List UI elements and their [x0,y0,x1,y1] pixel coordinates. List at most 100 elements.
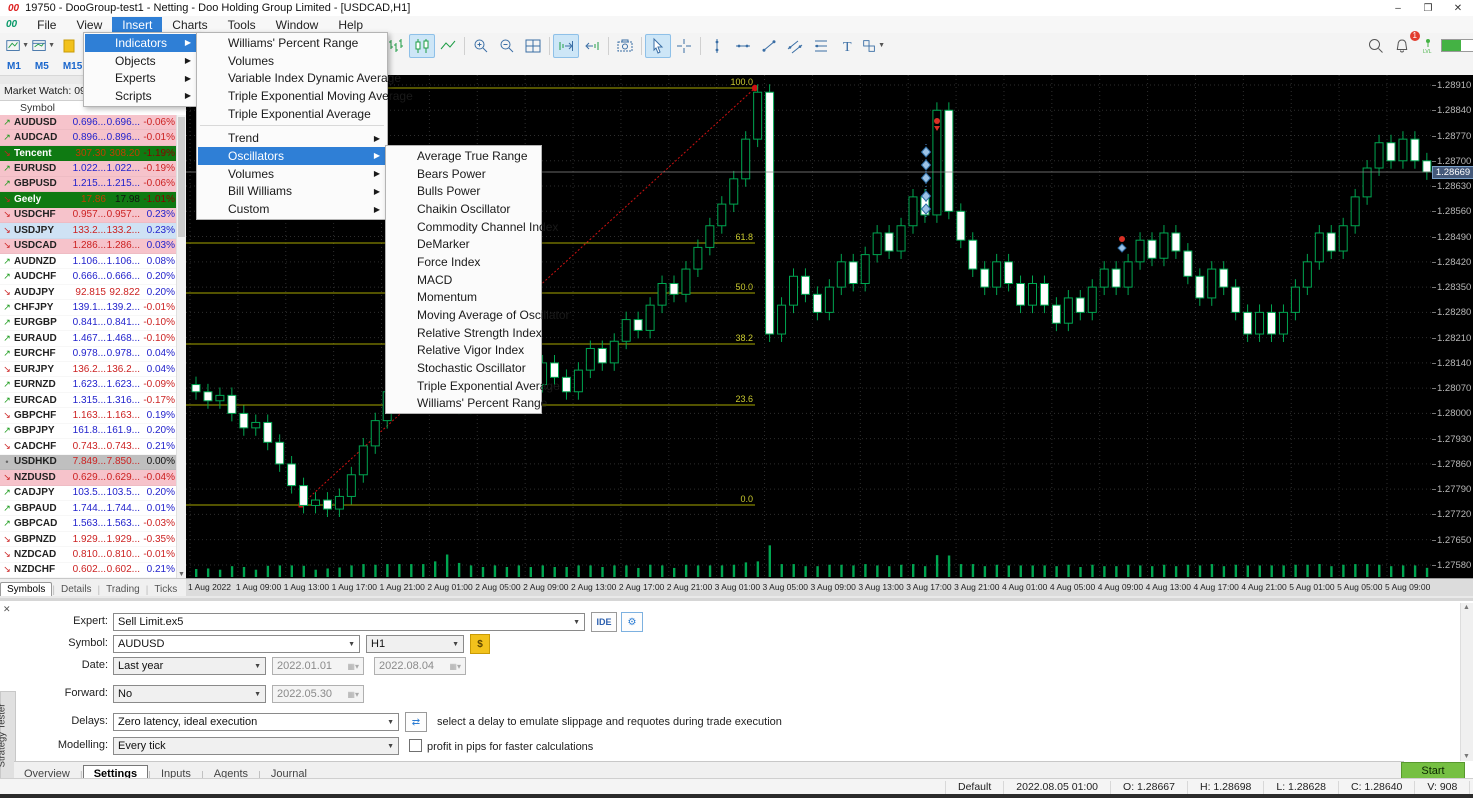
new-chart-icon[interactable]: ▼ [4,34,30,58]
trendline-icon[interactable] [756,34,782,58]
menu-item-volumes[interactable]: Volumes▶ [198,165,386,183]
delay-settings-icon[interactable]: ⇄ [405,712,427,732]
menu-item-relative-vigor-index[interactable]: Relative Vigor Index [387,342,540,360]
market-watch-row-gbpchf[interactable]: ↘GBPCHF1.163...1.163...0.19% [0,408,177,423]
new-order-partial-icon[interactable] [56,34,82,58]
market-watch-row-audcad[interactable]: ↗AUDCAD0.896...0.896...-0.01% [0,130,177,145]
menu-item-objects[interactable]: Objects▶ [85,52,197,70]
shift-end-icon[interactable] [553,34,579,58]
auto-scroll-icon[interactable] [579,34,605,58]
ide-button[interactable]: IDE [591,612,617,632]
timeframe-m5[interactable]: M5 [28,61,56,72]
market-watch-row-usdjpy[interactable]: ↘USDJPY133.2...133.2...0.23% [0,223,177,238]
menu-item-demarker[interactable]: DeMarker [387,235,540,253]
tile-windows-icon[interactable] [520,34,546,58]
date-to-field[interactable]: 2022.08.04 ▦▾ [374,657,466,675]
modelling-select[interactable]: Every tick ▼ [113,737,399,755]
menu-item-custom[interactable]: Custom▶ [198,200,386,218]
minimize-button[interactable]: – [1383,3,1413,14]
menu-item-volumes[interactable]: Volumes [198,52,386,70]
equidistant-channel-icon[interactable] [782,34,808,58]
market-watch-row-nzdchf[interactable]: ↘NZDCHF0.602...0.602...0.21% [0,563,177,578]
market-watch-row-eurjpy[interactable]: ↘EURJPY136.2...136.2...0.04% [0,362,177,377]
fibonacci-icon[interactable] [808,34,834,58]
crosshair-icon[interactable] [671,34,697,58]
menu-item-macd[interactable]: MACD [387,271,540,289]
date-from-field[interactable]: 2022.01.01 ▦▾ [272,657,364,675]
menu-item-trend[interactable]: Trend▶ [198,129,386,147]
menu-item-charts[interactable]: Charts [162,17,217,33]
menu-item-momentum[interactable]: Momentum [387,289,540,307]
market-watch-row-eurnzd[interactable]: ↗EURNZD1.623...1.623...-0.09% [0,377,177,392]
price-scale[interactable]: 1.289101.288401.287701.287001.286301.285… [1432,75,1473,578]
market-watch-row-eurusd[interactable]: ↗EURUSD1.022...1.022...-0.19% [0,161,177,176]
menu-item-williams-percent-range[interactable]: Williams' Percent Range [387,395,540,413]
market-watch-row-usdchf[interactable]: ↘USDCHF0.957...0.957...0.23% [0,208,177,223]
market-watch-row-cadchf[interactable]: ↘CADCHF0.743...0.743...0.21% [0,439,177,454]
notifications-icon[interactable]: 1 [1389,34,1415,58]
menu-item-triple-exponential-average[interactable]: Triple Exponential Average [198,105,386,123]
market-watch-row-gbpaud[interactable]: ↗GBPAUD1.744...1.744...0.01% [0,501,177,516]
market-watch-row-gbpcad[interactable]: ↗GBPCAD1.563...1.563...-0.03% [0,516,177,531]
menu-item-moving-average-of-oscillator[interactable]: Moving Average of Oscillator [387,306,540,324]
menu-item-triple-exponential-moving-average[interactable]: Triple Exponential Moving Average [198,87,386,105]
candle-chart-icon[interactable] [409,34,435,58]
market-watch-row-usdcad[interactable]: ↘USDCAD1.286...1.286...0.03% [0,239,177,254]
date-mode-select[interactable]: Last year ▼ [113,657,266,675]
menu-item-bill-williams[interactable]: Bill Williams▶ [198,183,386,201]
market-watch-row-chfjpy[interactable]: ↗CHFJPY139.1...139.2...-0.01% [0,300,177,315]
time-axis[interactable]: 1 Aug 20221 Aug 09:001 Aug 13:001 Aug 17… [186,578,1432,596]
menu-item-scripts[interactable]: Scripts▶ [85,87,197,105]
menu-item-variable-index-dynamic-average[interactable]: Variable Index Dynamic Average [198,69,386,87]
market-watch-row-cadjpy[interactable]: ↗CADJPY103.5...103.5...0.20% [0,486,177,501]
symbol-select[interactable]: AUDUSD ▼ [113,635,360,653]
menu-item-oscillators[interactable]: Oscillators▶ [198,147,386,165]
market-watch-row-tencent[interactable]: ↘Tencent307.30308.20-1.19% [0,146,177,161]
menu-item-bears-power[interactable]: Bears Power [387,165,540,183]
status-profile[interactable]: Default [945,781,1003,794]
pips-checkbox[interactable]: profit in pips for faster calculations [409,739,593,753]
menu-item-view[interactable]: View [66,17,112,33]
forward-date-field[interactable]: 2022.05.30 ▦▾ [272,685,364,703]
expert-settings-gear-icon[interactable]: ⚙ [621,612,643,632]
restore-button[interactable]: ❐ [1413,3,1443,14]
period-select[interactable]: H1 ▼ [366,635,464,653]
market-watch-row-audusd[interactable]: ↗AUDUSD0.696...0.696...-0.06% [0,115,177,130]
market-watch-row-gbpusd[interactable]: ↗GBPUSD1.215...1.215...-0.06% [0,177,177,192]
market-watch-tab-ticks[interactable]: Ticks [148,583,183,596]
menu-item-help[interactable]: Help [328,17,373,33]
menu-item-bulls-power[interactable]: Bulls Power [387,182,540,200]
menu-item-relative-strength-index[interactable]: Relative Strength Index [387,324,540,342]
vertical-line-icon[interactable] [704,34,730,58]
chevron-down-icon[interactable]: ▼ [878,42,885,49]
zoom-out-icon[interactable] [494,34,520,58]
scrollbar-down-arrow[interactable]: ▼ [177,571,186,578]
menu-item-williams-percent-range[interactable]: Williams' Percent Range [198,34,386,52]
market-watch-row-audchf[interactable]: ↗AUDCHF0.666...0.666...0.20% [0,269,177,284]
deposit-currency-button[interactable]: $ [470,634,490,654]
market-watch-tab-trading[interactable]: Trading [100,583,146,596]
search-icon[interactable] [1363,34,1389,58]
menu-item-experts[interactable]: Experts▶ [85,69,197,87]
market-watch-row-audjpy[interactable]: ↘AUDJPY92.81592.8220.20% [0,285,177,300]
screenshot-icon[interactable] [612,34,638,58]
timeframe-m1[interactable]: M1 [0,61,28,72]
market-watch-row-nzdusd[interactable]: ↘NZDUSD0.629...0.629...-0.04% [0,470,177,485]
market-watch-row-gbpnzd[interactable]: ↘GBPNZD1.929...1.929...-0.35% [0,532,177,547]
menu-item-file[interactable]: File [27,17,66,33]
tester-scrollbar[interactable]: ▲▼ [1460,603,1473,761]
delays-select[interactable]: Zero latency, ideal execution ▼ [113,713,399,731]
chevron-down-icon[interactable]: ▼ [22,42,29,49]
close-button[interactable]: ✕ [1443,3,1473,14]
chevron-down-icon[interactable]: ▼ [48,42,55,49]
market-watch-row-euraud[interactable]: ↗EURAUD1.467...1.468...-0.10% [0,331,177,346]
market-watch-row-eurgbp[interactable]: ↗EURGBP0.841...0.841...-0.10% [0,316,177,331]
market-watch-row-audnzd[interactable]: ↗AUDNZD1.106...1.106...0.08% [0,254,177,269]
horizontal-line-icon[interactable] [730,34,756,58]
checkbox-box[interactable] [409,739,422,752]
expert-select[interactable]: Sell Limit.ex5 ▼ [113,613,585,631]
menu-item-triple-exponential-average[interactable]: Triple Exponential Average [387,377,540,395]
market-watch-row-usdhkd[interactable]: •USDHKD7.849...7.850...0.00% [0,455,177,470]
market-watch-row-gbpjpy[interactable]: ↗GBPJPY161.8...161.9...0.20% [0,424,177,439]
menu-item-window[interactable]: Window [266,17,329,33]
